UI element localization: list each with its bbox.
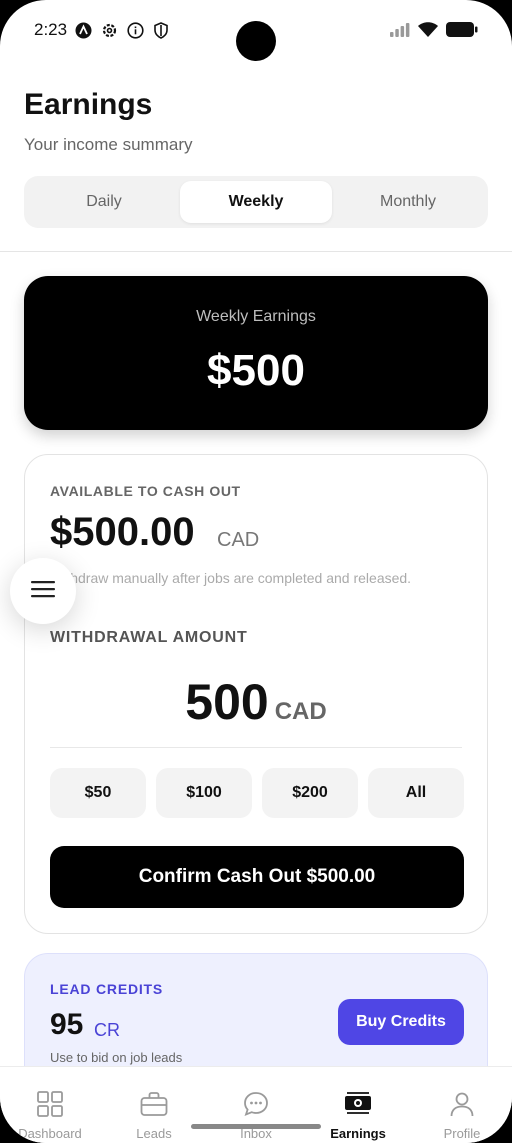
tab-weekly[interactable]: Weekly	[180, 181, 332, 223]
earnings-period-label: Weekly Earnings	[196, 308, 316, 325]
status-time: 2:23	[34, 20, 68, 39]
credits-note: Use to bid on job leads	[50, 1050, 183, 1065]
page-subtitle: Your income summary	[24, 135, 193, 154]
page-title: Earnings	[24, 88, 153, 121]
nav-item-profile[interactable]: Profile	[410, 1067, 512, 1143]
gear-icon	[100, 21, 118, 39]
nav-item-leads[interactable]: Leads	[102, 1067, 206, 1143]
period-tabs: Daily Weekly Monthly	[24, 176, 488, 228]
tab-monthly[interactable]: Monthly	[332, 181, 484, 223]
status-system-icons	[390, 22, 478, 42]
header-divider	[0, 251, 512, 252]
available-label: AVAILABLE TO CASH OUT	[50, 483, 241, 499]
nav-item-inbox[interactable]: Inbox	[204, 1067, 308, 1143]
camera-cutout	[236, 21, 276, 61]
person-icon	[450, 1092, 474, 1117]
hamburger-menu-icon	[31, 580, 55, 603]
nav-label-leads: Leads	[136, 1126, 172, 1141]
nav-label-earnings: Earnings	[330, 1126, 386, 1141]
info-icon	[126, 21, 144, 39]
chat-bubble-icon	[244, 1092, 268, 1117]
withdrawal-amount-display: 500 CAD	[25, 673, 487, 731]
home-indicator	[191, 1124, 321, 1129]
earnings-amount: $500	[207, 346, 305, 395]
preset-50-button[interactable]: $50	[50, 768, 146, 818]
cashout-card: AVAILABLE TO CASH OUT $500.00 CAD Withdr…	[24, 454, 488, 934]
preset-100-button[interactable]: $100	[156, 768, 252, 818]
nav-label-profile: Profile	[443, 1126, 481, 1141]
withdrawal-amount-value[interactable]: 500	[185, 674, 268, 730]
a-logo-icon	[74, 21, 92, 39]
wifi-icon	[418, 22, 438, 42]
status-bar: 2:23	[0, 0, 512, 62]
available-amount: $500.00	[50, 510, 195, 554]
signal-icon	[390, 22, 410, 42]
battery-icon	[446, 22, 478, 42]
credits-unit: CR	[94, 1020, 120, 1040]
earnings-summary-card: Weekly Earnings $500	[24, 276, 488, 430]
tab-daily[interactable]: Daily	[28, 181, 180, 223]
available-currency: CAD	[217, 529, 260, 551]
credits-value: 95	[50, 1008, 84, 1041]
preset-200-button[interactable]: $200	[262, 768, 358, 818]
menu-fab-button[interactable]	[10, 558, 76, 624]
briefcase-icon	[140, 1092, 168, 1116]
nav-item-dashboard[interactable]: Dashboard	[0, 1067, 102, 1143]
grid-icon	[37, 1091, 63, 1117]
preset-all-button[interactable]: All	[368, 768, 464, 818]
credits-label: LEAD CREDITS	[50, 981, 164, 997]
nav-label-dashboard: Dashboard	[18, 1126, 82, 1141]
nav-item-earnings[interactable]: Earnings	[306, 1067, 410, 1143]
status-notification-icons	[74, 21, 170, 39]
confirm-cashout-button[interactable]: Confirm Cash Out $500.00	[50, 846, 464, 908]
bottom-nav: Dashboard Leads Inbox Earnings Profile	[0, 1066, 512, 1143]
withdraw-note: Withdraw manually after jobs are complet…	[50, 570, 412, 586]
divider	[50, 747, 462, 748]
withdrawal-amount-label: WITHDRAWAL AMOUNT	[50, 629, 248, 646]
buy-credits-button[interactable]: Buy Credits	[338, 999, 464, 1045]
money-icon	[345, 1092, 371, 1114]
phone-screen: 2:23 Earnings Your income summary Daily …	[0, 0, 512, 1143]
withdrawal-currency: CAD	[274, 698, 327, 725]
preset-amount-buttons: $50 $100 $200 All	[50, 768, 464, 818]
shield-icon	[152, 21, 170, 39]
